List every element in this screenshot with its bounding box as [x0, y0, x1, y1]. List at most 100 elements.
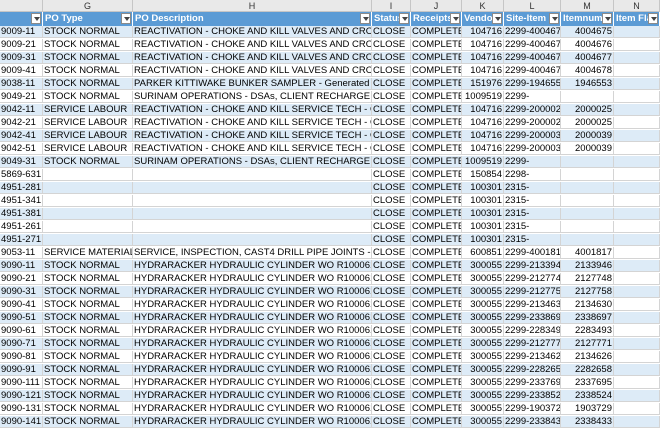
cell-receipts[interactable]: COMPLETE: [411, 260, 462, 272]
cell-po-description[interactable]: HYDRARACKER HYDRAULIC CYLINDER WO R10006…: [133, 351, 372, 363]
cell-itemnum[interactable]: 4004677: [561, 52, 614, 64]
cell-site-item[interactable]: 2299-2000039: [504, 143, 561, 155]
cell-receipts[interactable]: COMPLETE: [411, 221, 462, 233]
cell-item-flag[interactable]: [614, 338, 660, 350]
cell-po-description[interactable]: REACTIVATION - CHOKE AND KILL VALVES AND…: [133, 65, 372, 77]
cell-itemnum[interactable]: 1946553: [561, 78, 614, 90]
cell-po-line[interactable]: 9042-11: [0, 104, 43, 116]
cell-po-line[interactable]: 9090-21: [0, 273, 43, 285]
cell-po-type[interactable]: STOCK NORMAL: [43, 26, 133, 38]
cell-po-line[interactable]: 9049-21: [0, 91, 43, 103]
cell-status[interactable]: CLOSE: [372, 39, 411, 51]
cell-site-item[interactable]: 2299-2283493: [504, 325, 561, 337]
filter-dropdown-icon[interactable]: [549, 13, 559, 24]
cell-po-type[interactable]: SERVICE MATERIAL: [43, 247, 133, 259]
cell-po-line[interactable]: 9042-21: [0, 117, 43, 129]
cell-site-item[interactable]: 2299-2000039: [504, 130, 561, 142]
cell-po-type[interactable]: STOCK NORMAL: [43, 377, 133, 389]
cell-status[interactable]: CLOSE: [372, 403, 411, 415]
cell-itemnum[interactable]: 2000025: [561, 117, 614, 129]
cell-itemnum[interactable]: 2338697: [561, 312, 614, 324]
cell-status[interactable]: CLOSE: [372, 312, 411, 324]
cell-status[interactable]: CLOSE: [372, 377, 411, 389]
cell-po-type[interactable]: STOCK NORMAL: [43, 286, 133, 298]
cell-item-flag[interactable]: [614, 377, 660, 389]
cell-item-flag[interactable]: [614, 104, 660, 116]
filter-dropdown-icon[interactable]: [602, 13, 612, 24]
cell-site-item[interactable]: 2299-4004675: [504, 26, 561, 38]
cell-po-line[interactable]: 9049-31: [0, 156, 43, 168]
cell-po-line[interactable]: 9009-41: [0, 65, 43, 77]
cell-vendor[interactable]: 300055: [462, 416, 504, 428]
column-letter-blank[interactable]: [0, 0, 43, 12]
cell-status[interactable]: CLOSE: [372, 273, 411, 285]
cell-vendor[interactable]: 300055: [462, 351, 504, 363]
cell-status[interactable]: CLOSE: [372, 325, 411, 337]
cell-site-item[interactable]: 2299-2282658: [504, 364, 561, 376]
cell-po-description[interactable]: HYDRARACKER HYDRAULIC CYLINDER WO R10006…: [133, 416, 372, 428]
cell-item-flag[interactable]: [614, 390, 660, 402]
cell-receipts[interactable]: COMPLETE: [411, 351, 462, 363]
cell-receipts[interactable]: COMPLETE: [411, 65, 462, 77]
cell-itemnum[interactable]: 2338433: [561, 416, 614, 428]
cell-item-flag[interactable]: [614, 234, 660, 246]
cell-vendor[interactable]: 150854: [462, 169, 504, 181]
cell-site-item[interactable]: 2299-4001817: [504, 247, 561, 259]
cell-item-flag[interactable]: [614, 208, 660, 220]
cell-itemnum[interactable]: 2127758: [561, 286, 614, 298]
cell-vendor[interactable]: 100301: [462, 195, 504, 207]
cell-site-item[interactable]: 2299-2127748: [504, 273, 561, 285]
cell-item-flag[interactable]: [614, 78, 660, 90]
cell-po-description[interactable]: HYDRARACKER HYDRAULIC CYLINDER WO R10006…: [133, 273, 372, 285]
cell-receipts[interactable]: COMPLETE: [411, 39, 462, 51]
cell-itemnum[interactable]: 4004675: [561, 26, 614, 38]
cell-itemnum[interactable]: 2000039: [561, 143, 614, 155]
cell-po-line[interactable]: 9090-51: [0, 312, 43, 324]
filter-dropdown-icon[interactable]: [31, 13, 41, 24]
cell-status[interactable]: CLOSE: [372, 234, 411, 246]
cell-po-description[interactable]: HYDRARACKER HYDRAULIC CYLINDER WO R10006…: [133, 390, 372, 402]
cell-item-flag[interactable]: [614, 65, 660, 77]
cell-po-description[interactable]: HYDRARACKER HYDRAULIC CYLINDER WO R10006…: [133, 403, 372, 415]
cell-po-type[interactable]: SERVICE LABOUR: [43, 104, 133, 116]
cell-site-item[interactable]: 2299-2338433: [504, 416, 561, 428]
cell-itemnum[interactable]: [561, 169, 614, 181]
cell-po-line[interactable]: 9090-31: [0, 286, 43, 298]
cell-status[interactable]: CLOSE: [372, 130, 411, 142]
cell-status[interactable]: CLOSE: [372, 143, 411, 155]
cell-po-description[interactable]: HYDRARACKER HYDRAULIC CYLINDER WO R10006…: [133, 260, 372, 272]
cell-po-type[interactable]: STOCK NORMAL: [43, 416, 133, 428]
cell-po-description[interactable]: HYDRARACKER HYDRAULIC CYLINDER WO R10006…: [133, 364, 372, 376]
cell-po-line[interactable]: 4951-261: [0, 221, 43, 233]
cell-site-item[interactable]: 2299-2000025: [504, 104, 561, 116]
cell-po-description[interactable]: [133, 169, 372, 181]
cell-po-description[interactable]: REACTIVATION - CHOKE AND KILL SERVICE TE…: [133, 143, 372, 155]
cell-vendor[interactable]: 104716: [462, 52, 504, 64]
cell-receipts[interactable]: COMPLETE: [411, 247, 462, 259]
cell-itemnum[interactable]: 2283493: [561, 325, 614, 337]
cell-site-item[interactable]: 2299-: [504, 156, 561, 168]
cell-site-item[interactable]: 2299-2337695: [504, 377, 561, 389]
cell-item-flag[interactable]: [614, 169, 660, 181]
cell-site-item[interactable]: 2299-: [504, 91, 561, 103]
cell-site-item[interactable]: 2299-2338524: [504, 390, 561, 402]
cell-status[interactable]: CLOSE: [372, 156, 411, 168]
cell-site-item[interactable]: 2298-: [504, 169, 561, 181]
cell-receipts[interactable]: COMPLETE: [411, 273, 462, 285]
cell-po-line[interactable]: 9009-31: [0, 52, 43, 64]
cell-po-type[interactable]: STOCK NORMAL: [43, 338, 133, 350]
cell-status[interactable]: CLOSE: [372, 390, 411, 402]
cell-receipts[interactable]: COMPLETE: [411, 338, 462, 350]
cell-status[interactable]: CLOSE: [372, 182, 411, 194]
cell-vendor[interactable]: 300055: [462, 260, 504, 272]
cell-site-item[interactable]: 2299-1946553: [504, 78, 561, 90]
cell-vendor[interactable]: 300055: [462, 299, 504, 311]
column-letter-J[interactable]: J: [411, 0, 462, 12]
cell-po-type[interactable]: STOCK NORMAL: [43, 39, 133, 51]
cell-po-type[interactable]: STOCK NORMAL: [43, 156, 133, 168]
cell-itemnum[interactable]: [561, 91, 614, 103]
cell-itemnum[interactable]: [561, 182, 614, 194]
cell-item-flag[interactable]: [614, 286, 660, 298]
filter-dropdown-icon[interactable]: [648, 13, 658, 24]
column-letter-L[interactable]: L: [504, 0, 561, 12]
